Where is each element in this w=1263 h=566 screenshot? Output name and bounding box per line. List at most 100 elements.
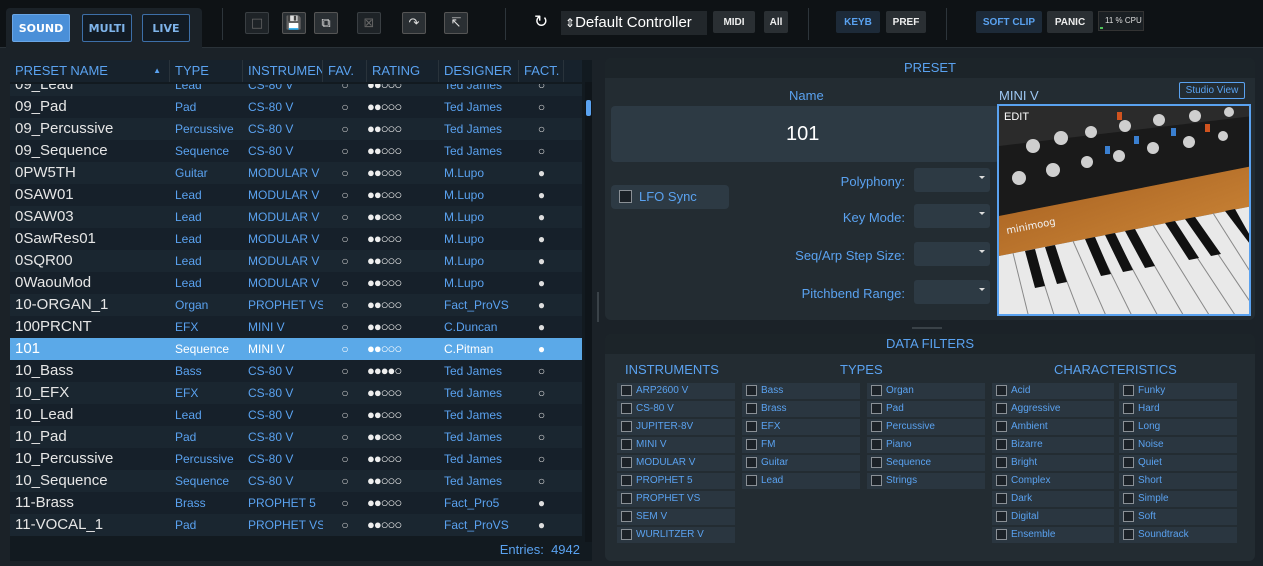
filter-checkbox[interactable] bbox=[746, 403, 757, 414]
table-row[interactable]: 100PRCNT EFX MINI V ○ ●●○○○ C.Duncan ● bbox=[10, 316, 582, 338]
panic-button[interactable]: PANIC bbox=[1047, 11, 1093, 33]
characteristic-filter[interactable]: Soft bbox=[1119, 509, 1237, 525]
favorite-cell[interactable]: ○ bbox=[323, 96, 367, 118]
horizontal-split-handle[interactable] bbox=[912, 327, 942, 329]
preset-name-field[interactable]: 101 bbox=[611, 106, 999, 162]
instrument-filter[interactable]: PROPHET 5 bbox=[617, 473, 735, 489]
type-filter[interactable]: EFX bbox=[742, 419, 860, 435]
filter-checkbox[interactable] bbox=[746, 475, 757, 486]
filter-checkbox[interactable] bbox=[871, 457, 882, 468]
table-row[interactable]: 11-Brass Brass PROPHET 5 ○ ●●○○○ Fact_Pro5 ● bbox=[10, 492, 582, 514]
table-row[interactable]: 09_Pad Pad CS-80 V ○ ●●○○○ Ted James ○ bbox=[10, 96, 582, 118]
controller-select[interactable]: ⇕Default Controller bbox=[561, 11, 707, 35]
save-as-icon[interactable]: ⧉ bbox=[314, 12, 338, 34]
filter-checkbox[interactable] bbox=[871, 439, 882, 450]
type-filter[interactable]: Bass bbox=[742, 383, 860, 399]
tab-live[interactable]: LIVE bbox=[142, 14, 190, 42]
favorite-cell[interactable]: ○ bbox=[323, 426, 367, 448]
favorite-cell[interactable]: ○ bbox=[323, 140, 367, 162]
table-row[interactable]: 09_Sequence Sequence CS-80 V ○ ●●○○○ Ted Jame… bbox=[10, 140, 582, 162]
type-filter[interactable]: Guitar bbox=[742, 455, 860, 471]
table-row[interactable]: 09_Percussive Percussive CS-80 V ○ ●●○○○ Ted … bbox=[10, 118, 582, 140]
favorite-cell[interactable]: ○ bbox=[323, 294, 367, 316]
table-row[interactable]: 0SAW01 Lead MODULAR V ○ ●●○○○ M.Lupo ● bbox=[10, 184, 582, 206]
favorite-cell[interactable]: ○ bbox=[323, 360, 367, 382]
midi-channel-select[interactable]: All bbox=[764, 11, 788, 33]
favorite-cell[interactable]: ○ bbox=[323, 404, 367, 426]
filter-checkbox[interactable] bbox=[621, 493, 632, 504]
filter-checkbox[interactable] bbox=[621, 421, 632, 432]
characteristic-filter[interactable]: Ambient bbox=[992, 419, 1114, 435]
filter-checkbox[interactable] bbox=[1123, 493, 1134, 504]
filter-checkbox[interactable] bbox=[621, 403, 632, 414]
table-row[interactable]: 10_EFX EFX CS-80 V ○ ●●○○○ Ted James ○ bbox=[10, 382, 582, 404]
type-filter[interactable]: Organ bbox=[867, 383, 985, 399]
type-filter[interactable]: Sequence bbox=[867, 455, 985, 471]
column-header-instrument[interactable]: INSTRUMENT bbox=[243, 60, 323, 82]
table-row[interactable]: 101 Sequence MINI V ○ ●●○○○ C.Pitman ● bbox=[10, 338, 582, 360]
favorite-cell[interactable]: ○ bbox=[323, 84, 367, 96]
column-header-favorite[interactable]: FAV. bbox=[323, 60, 367, 82]
refresh-icon[interactable]: ↻ bbox=[534, 11, 554, 33]
table-row[interactable]: 10_Percussive Percussive CS-80 V ○ ●●○○○ Ted … bbox=[10, 448, 582, 470]
instrument-filter[interactable]: PROPHET VS bbox=[617, 491, 735, 507]
table-row[interactable]: 0SawRes01 Lead MODULAR V ○ ●●○○○ M.Lupo ● bbox=[10, 228, 582, 250]
favorite-cell[interactable]: ○ bbox=[323, 448, 367, 470]
filter-checkbox[interactable] bbox=[746, 385, 757, 396]
characteristic-filter[interactable]: Noise bbox=[1119, 437, 1237, 453]
characteristic-filter[interactable]: Ensemble bbox=[992, 527, 1114, 543]
seq-arp-step-dropdown[interactable] bbox=[914, 242, 990, 266]
filter-checkbox[interactable] bbox=[1123, 457, 1134, 468]
filter-checkbox[interactable] bbox=[871, 385, 882, 396]
favorite-cell[interactable]: ○ bbox=[323, 206, 367, 228]
favorite-cell[interactable]: ○ bbox=[323, 250, 367, 272]
pitchbend-dropdown[interactable] bbox=[914, 280, 990, 304]
table-row[interactable]: 11-VOCAL_1 Pad PROPHET VS ○ ●●○○○ Fact_ProVS ● bbox=[10, 514, 582, 536]
filter-checkbox[interactable] bbox=[996, 439, 1007, 450]
favorite-cell[interactable]: ○ bbox=[323, 514, 367, 536]
characteristic-filter[interactable]: Bizarre bbox=[992, 437, 1114, 453]
filter-checkbox[interactable] bbox=[1123, 421, 1134, 432]
filter-checkbox[interactable] bbox=[1123, 511, 1134, 522]
soft-clip-button[interactable]: SOFT CLIP bbox=[976, 11, 1042, 33]
filter-checkbox[interactable] bbox=[621, 511, 632, 522]
favorite-cell[interactable]: ○ bbox=[323, 272, 367, 294]
instrument-filter[interactable]: SEM V bbox=[617, 509, 735, 525]
favorite-cell[interactable]: ○ bbox=[323, 492, 367, 514]
filter-checkbox[interactable] bbox=[871, 421, 882, 432]
save-icon[interactable]: 💾 bbox=[282, 12, 306, 34]
vertical-split-handle[interactable] bbox=[597, 292, 599, 322]
list-scrollbar[interactable] bbox=[585, 82, 592, 542]
type-filter[interactable]: Brass bbox=[742, 401, 860, 417]
column-header-type[interactable]: TYPE bbox=[170, 60, 243, 82]
filter-checkbox[interactable] bbox=[746, 457, 757, 468]
preferences-button[interactable]: PREF bbox=[886, 11, 926, 33]
characteristic-filter[interactable]: Complex bbox=[992, 473, 1114, 489]
favorite-cell[interactable]: ○ bbox=[323, 382, 367, 404]
table-row[interactable]: 0SQR00 Lead MODULAR V ○ ●●○○○ M.Lupo ● bbox=[10, 250, 582, 272]
keyboard-button[interactable]: KEYB bbox=[836, 11, 880, 33]
filter-checkbox[interactable] bbox=[1123, 529, 1134, 540]
filter-checkbox[interactable] bbox=[871, 475, 882, 486]
column-header-factory[interactable]: FACT. bbox=[519, 60, 564, 82]
table-row[interactable]: 10_Bass Bass CS-80 V ○ ●●●●○ Ted James ○ bbox=[10, 360, 582, 382]
table-row[interactable]: 0WaouMod Lead MODULAR V ○ ●●○○○ M.Lupo ● bbox=[10, 272, 582, 294]
export-icon[interactable]: ↸ bbox=[444, 12, 468, 34]
favorite-cell[interactable]: ○ bbox=[323, 184, 367, 206]
table-row[interactable]: 10_Pad Pad CS-80 V ○ ●●○○○ Ted James ○ bbox=[10, 426, 582, 448]
instrument-filter[interactable]: JUPITER-8V bbox=[617, 419, 735, 435]
filter-checkbox[interactable] bbox=[996, 421, 1007, 432]
filter-checkbox[interactable] bbox=[1123, 403, 1134, 414]
midi-button[interactable]: MIDI bbox=[713, 11, 755, 33]
characteristic-filter[interactable]: Bright bbox=[992, 455, 1114, 471]
type-filter[interactable]: Strings bbox=[867, 473, 985, 489]
table-row[interactable]: 10_Lead Lead CS-80 V ○ ●●○○○ Ted James ○ bbox=[10, 404, 582, 426]
import-icon[interactable]: ↷ bbox=[402, 12, 426, 34]
filter-checkbox[interactable] bbox=[746, 439, 757, 450]
characteristic-filter[interactable]: Digital bbox=[992, 509, 1114, 525]
filter-checkbox[interactable] bbox=[621, 439, 632, 450]
table-row[interactable]: 0PW5TH Guitar MODULAR V ○ ●●○○○ M.Lupo ● bbox=[10, 162, 582, 184]
filter-checkbox[interactable] bbox=[621, 529, 632, 540]
type-filter[interactable]: Piano bbox=[867, 437, 985, 453]
characteristic-filter[interactable]: Dark bbox=[992, 491, 1114, 507]
